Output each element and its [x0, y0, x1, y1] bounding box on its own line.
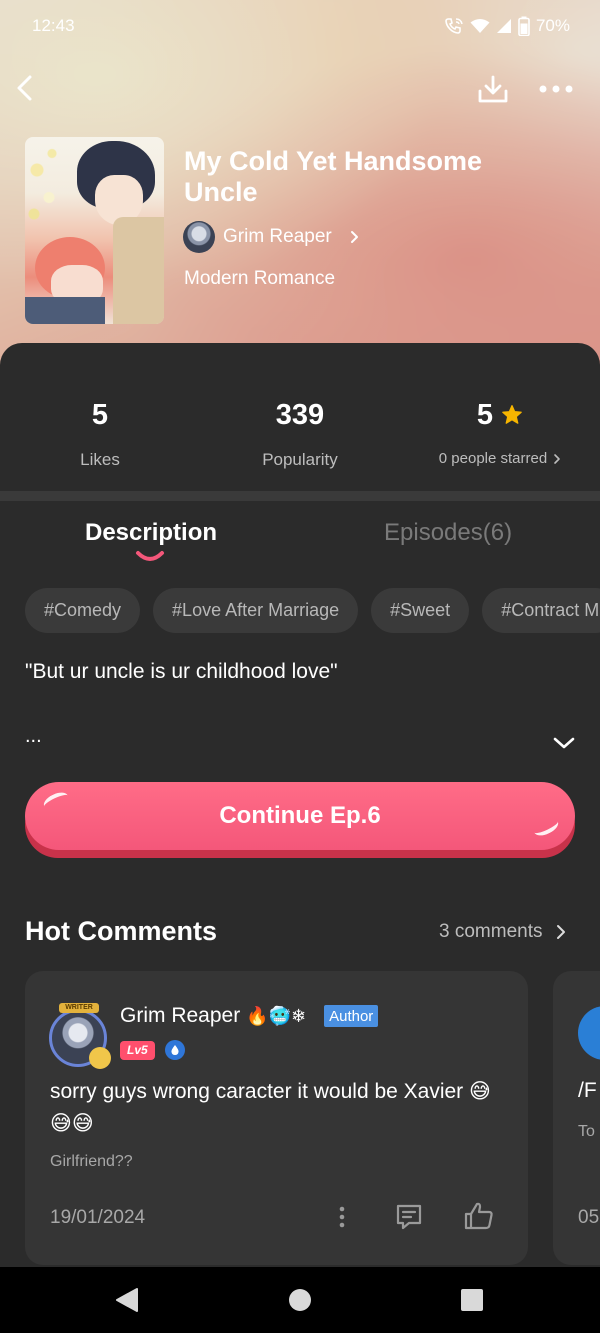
nav-home-button[interactable] [286, 1286, 314, 1314]
star-icon [502, 405, 522, 424]
chevron-down-icon [553, 737, 575, 749]
battery-icon [518, 16, 530, 36]
popularity-value: 339 [275, 398, 325, 431]
author-badge: Author [324, 1005, 379, 1027]
rating-value: 5 [476, 398, 494, 431]
tab-bar: Description Episodes(6) [0, 501, 600, 581]
chevron-right-icon [554, 453, 561, 464]
tag-chip[interactable]: #Sweet [371, 588, 470, 633]
commenter-avatar[interactable] [578, 1006, 600, 1060]
wifi-icon [470, 18, 490, 34]
water-drop-icon [164, 1040, 185, 1060]
tag-chip[interactable]: #Love After Marriage [153, 588, 359, 633]
reply-preview: To [578, 1123, 595, 1140]
hot-comments-title: Hot Comments [25, 916, 218, 946]
author-name: Grim Reaper [223, 226, 332, 247]
more-options-button[interactable] [532, 68, 580, 110]
detail-content: 5 Likes 339 Popularity 5 0 people starre… [0, 343, 600, 1267]
vertical-dots-icon [339, 1206, 345, 1228]
popularity-stat: 339 Popularity [200, 397, 400, 470]
chevron-right-icon [557, 925, 566, 939]
tab-description[interactable]: Description [85, 519, 217, 547]
pen-icon [89, 1047, 111, 1069]
back-button[interactable] [6, 70, 42, 106]
tag-list: #Comedy #Love After Marriage #Sweet #Con… [25, 588, 600, 633]
hero-header: 12:43 70% My Cold Yet Handsome Uncle Gri… [0, 0, 600, 370]
rating-label: 0 people starred [438, 450, 548, 467]
stats-row: 5 Likes 339 Popularity 5 0 people starre… [0, 343, 600, 491]
wifi-call-icon [444, 17, 464, 35]
status-time: 12:43 [32, 16, 75, 35]
more-dots-icon [539, 85, 573, 93]
chevron-right-icon [350, 230, 360, 244]
description-ellipsis: ... [25, 725, 42, 747]
continue-reading-button[interactable]: Continue Ep.6 [25, 782, 575, 858]
popularity-label: Popularity [262, 450, 338, 469]
reply-preview[interactable]: Girlfriend?? [50, 1153, 133, 1171]
circle-home-icon [289, 1289, 311, 1311]
nav-back-button[interactable] [112, 1285, 142, 1315]
commenter-avatar[interactable]: WRITER [45, 1003, 111, 1069]
comic-title: My Cold Yet Handsome Uncle [184, 146, 483, 207]
name-emojis: 🔥🥶❄ [246, 1005, 307, 1027]
battery-percent: 70% [535, 16, 570, 35]
comment-card[interactable]: WRITER Grim Reaper 🔥🥶❄ Author Lv5 sorry … [25, 971, 528, 1265]
comment-icon [396, 1204, 422, 1230]
top-bar [0, 64, 600, 114]
comment-text: /F [578, 1079, 597, 1102]
writer-badge: WRITER [59, 1003, 99, 1013]
all-comments-link[interactable]: 3 comments [439, 921, 566, 943]
comments-count: 3 comments [439, 921, 543, 942]
like-button[interactable] [461, 1198, 497, 1234]
tag-chip[interactable]: #Contract M [482, 588, 600, 633]
triangle-back-icon [116, 1288, 138, 1312]
description-text: "But ur uncle is ur childhood love" [25, 660, 338, 683]
download-icon [478, 75, 508, 103]
nav-recents-button[interactable] [459, 1287, 485, 1313]
level-badge: Lv5 [120, 1040, 155, 1060]
tab-active-indicator [136, 551, 164, 561]
likes-label: Likes [80, 450, 120, 469]
status-bar: 12:43 70% [0, 0, 600, 52]
thumbs-up-icon [464, 1202, 493, 1230]
likes-stat: 5 Likes [0, 397, 200, 470]
commenter-name[interactable]: Grim Reaper [120, 1004, 240, 1028]
continue-reading-label: Continue Ep.6 [219, 802, 381, 829]
comic-cover-image[interactable] [25, 137, 164, 324]
rating-stat[interactable]: 5 0 people starred [400, 397, 600, 467]
comment-card[interactable]: /F To 05 [553, 971, 600, 1265]
tab-episodes[interactable]: Episodes(6) [384, 519, 512, 547]
section-divider [0, 491, 600, 501]
genre-label[interactable]: Modern Romance [184, 268, 335, 290]
back-arrow-icon [17, 75, 32, 101]
comment-more-button[interactable] [330, 1203, 354, 1231]
expand-description-button[interactable] [548, 731, 580, 755]
author-link[interactable]: Grim Reaper [183, 221, 360, 253]
download-button[interactable] [472, 68, 514, 110]
system-nav-bar [0, 1267, 600, 1333]
comic-detail-page: 12:43 70% My Cold Yet Handsome Uncle Gri… [0, 0, 600, 1333]
author-avatar [183, 221, 215, 253]
likes-value: 5 [91, 398, 109, 431]
tag-chip[interactable]: #Comedy [25, 588, 141, 633]
comment-date: 19/01/2024 [50, 1207, 146, 1228]
comment-date: 05 [578, 1207, 600, 1228]
reply-button[interactable] [392, 1200, 426, 1234]
signal-icon [496, 18, 512, 34]
comment-text: sorry guys wrong caracter it would be Xa… [50, 1080, 491, 1135]
square-recents-icon [461, 1289, 483, 1311]
